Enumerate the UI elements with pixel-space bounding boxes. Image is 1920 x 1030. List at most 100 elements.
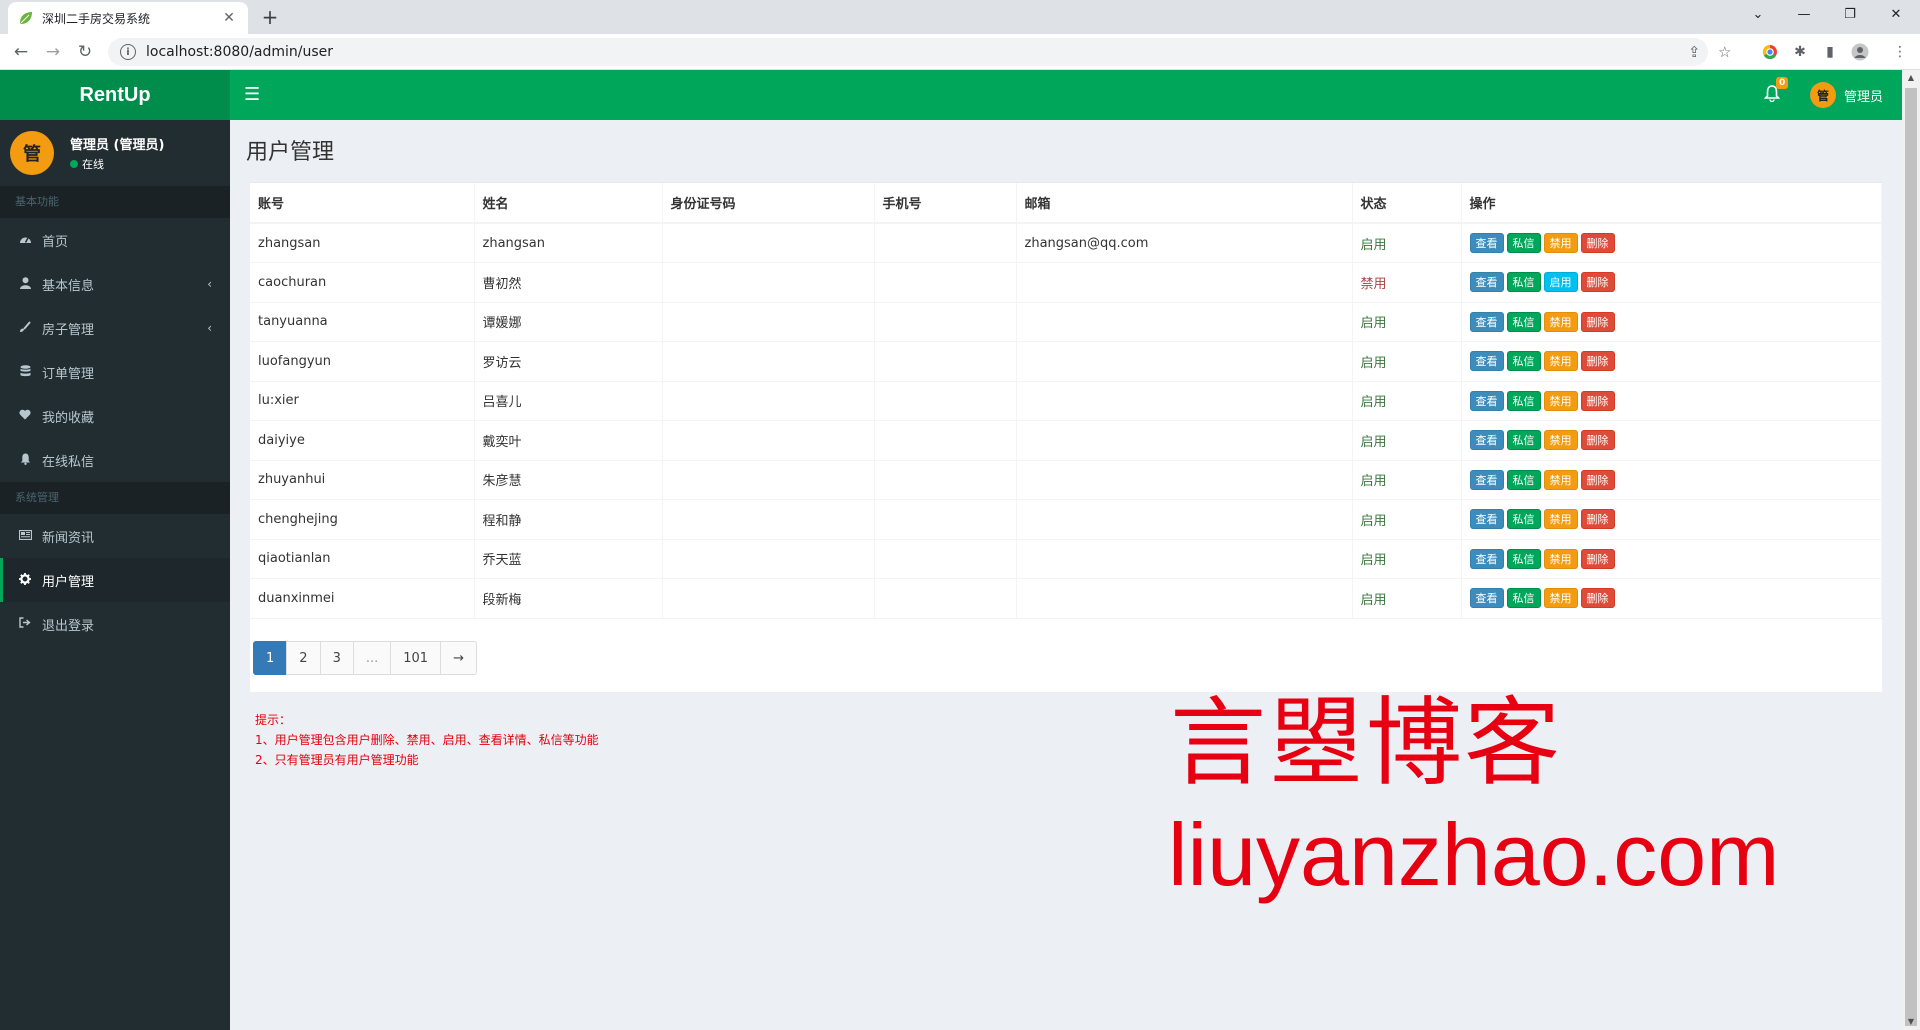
delete-button[interactable]: 删除 [1580, 233, 1615, 253]
scroll-thumb[interactable] [1905, 88, 1917, 1026]
back-icon[interactable]: ← [8, 40, 34, 64]
page-scrollbar[interactable]: ▲ ▼ [1902, 70, 1920, 1030]
sidebar-item-basic-info[interactable]: 基本信息 ‹ [0, 262, 230, 306]
sidebar-item-home[interactable]: 首页 [0, 218, 230, 262]
view-button[interactable]: 查看 [1469, 548, 1504, 569]
online-status-label: 在线 [82, 158, 104, 171]
sidebar-item-favorites[interactable]: 我的收藏 [0, 394, 230, 438]
ban-button[interactable]: 禁用 [1543, 509, 1578, 530]
tab-close-icon[interactable]: ✕ [220, 10, 238, 26]
cell-status: 启用 [1352, 341, 1462, 382]
delete-button[interactable]: 删除 [1580, 351, 1615, 372]
view-button[interactable]: 查看 [1469, 311, 1504, 332]
ban-button[interactable]: 禁用 [1543, 351, 1578, 372]
col-actions: 操作 [1461, 183, 1882, 224]
message-button[interactable]: 私信 [1506, 509, 1541, 530]
puzzle-icon[interactable]: ✱ [1790, 42, 1810, 62]
cell-status: 启用 [1352, 223, 1462, 263]
ban-button[interactable]: 禁用 [1543, 548, 1578, 569]
sidepanel-icon[interactable]: ▮ [1820, 42, 1840, 62]
cell-email [1016, 539, 1353, 579]
minimize-icon[interactable]: — [1784, 4, 1824, 26]
bookmark-star-icon[interactable]: ☆ [1718, 38, 1731, 66]
ban-button[interactable]: 禁用 [1543, 430, 1578, 451]
app-header: RentUp ☰ 0 管 管理员 [0, 70, 1902, 120]
delete-button[interactable]: 删除 [1580, 390, 1615, 411]
restore-icon[interactable]: ❐ [1830, 4, 1870, 26]
notification-bell-icon[interactable]: 0 [1763, 77, 1789, 107]
page-1[interactable]: 1 [253, 641, 288, 675]
delete-button[interactable]: 删除 [1580, 469, 1615, 490]
chrome-extension-icon[interactable] [1760, 42, 1780, 62]
view-button[interactable]: 查看 [1469, 588, 1504, 609]
forward-icon[interactable]: → [40, 40, 66, 64]
message-button[interactable]: 私信 [1506, 548, 1541, 569]
menu-kebab-icon[interactable]: ⋮ [1890, 42, 1910, 62]
delete-button[interactable]: 删除 [1580, 311, 1615, 332]
view-button[interactable]: 查看 [1469, 233, 1504, 253]
scroll-down-icon[interactable]: ▼ [1902, 1014, 1920, 1030]
delete-button[interactable]: 删除 [1580, 548, 1615, 569]
message-button[interactable]: 私信 [1506, 233, 1541, 253]
address-bar[interactable]: i localhost:8080/admin/user ⇪ ☆ [108, 38, 1731, 66]
sidebar-item-label: 订单管理 [42, 366, 95, 382]
cell-actions: 查看 私信 禁用 删除 [1461, 381, 1882, 421]
view-button[interactable]: 查看 [1469, 272, 1504, 293]
message-button[interactable]: 私信 [1506, 272, 1541, 293]
message-button[interactable]: 私信 [1506, 588, 1541, 609]
cell-account: zhangsan [250, 223, 475, 263]
app-logo[interactable]: RentUp [0, 70, 230, 120]
message-button[interactable]: 私信 [1506, 390, 1541, 411]
reload-icon[interactable]: ↻ [72, 40, 98, 64]
cell-name: 罗访云 [474, 341, 663, 382]
message-button[interactable]: 私信 [1506, 351, 1541, 372]
sidebar-item-house-manage[interactable]: 房子管理 ‹ [0, 306, 230, 350]
ban-button[interactable]: 禁用 [1543, 233, 1578, 253]
delete-button[interactable]: 删除 [1580, 272, 1615, 293]
header-user-menu[interactable]: 管 管理员 [1810, 82, 1883, 108]
view-button[interactable]: 查看 [1469, 351, 1504, 372]
sidebar-item-news[interactable]: 新闻资讯 [0, 514, 230, 558]
message-button[interactable]: 私信 [1506, 311, 1541, 332]
sidebar-item-messages[interactable]: 在线私信 [0, 438, 230, 482]
message-button[interactable]: 私信 [1506, 430, 1541, 451]
page-101[interactable]: 101 [390, 641, 442, 675]
enable-button[interactable]: 启用 [1543, 272, 1578, 293]
page-3[interactable]: 3 [319, 641, 354, 675]
delete-button[interactable]: 删除 [1580, 588, 1615, 609]
browser-tab[interactable]: 深圳二手房交易系统 ✕ [8, 2, 248, 34]
cell-name: 程和静 [474, 499, 663, 540]
sidebar-item-orders[interactable]: 订单管理 [0, 350, 230, 394]
delete-button[interactable]: 删除 [1580, 430, 1615, 451]
share-icon[interactable]: ⇪ [1688, 38, 1701, 66]
delete-button[interactable]: 删除 [1580, 509, 1615, 530]
scroll-up-icon[interactable]: ▲ [1902, 70, 1920, 86]
view-button[interactable]: 查看 [1469, 469, 1504, 490]
page-2[interactable]: 2 [286, 641, 321, 675]
cell-status: 启用 [1352, 302, 1462, 342]
ban-button[interactable]: 禁用 [1543, 588, 1578, 609]
message-button[interactable]: 私信 [1506, 469, 1541, 490]
tab-search-icon[interactable]: ⌄ [1738, 4, 1778, 26]
cell-phone [874, 341, 1017, 382]
sidebar-avatar: 管 [10, 131, 54, 175]
view-button[interactable]: 查看 [1469, 509, 1504, 530]
cell-account: daiyiye [250, 420, 475, 461]
ban-button[interactable]: 禁用 [1543, 469, 1578, 490]
cell-phone [874, 223, 1017, 263]
new-tab-icon[interactable]: + [258, 6, 282, 28]
ban-button[interactable]: 禁用 [1543, 311, 1578, 332]
cell-status: 启用 [1352, 460, 1462, 500]
profile-icon[interactable] [1850, 42, 1870, 62]
next-page-icon[interactable]: → [440, 641, 477, 675]
table-row: duanxinmei 段新梅 启用 查看 私信 禁用 删除 [250, 578, 1882, 619]
view-button[interactable]: 查看 [1469, 430, 1504, 451]
window-close-icon[interactable]: ✕ [1876, 4, 1916, 26]
site-info-icon[interactable]: i [120, 44, 136, 60]
sidebar-toggle-icon[interactable]: ☰ [244, 84, 260, 106]
ban-button[interactable]: 禁用 [1543, 390, 1578, 411]
view-button[interactable]: 查看 [1469, 390, 1504, 411]
sidebar-item-logout[interactable]: 退出登录 [0, 602, 230, 646]
sidebar-item-user-manage[interactable]: 用户管理 [0, 558, 230, 602]
url-text: localhost:8080/admin/user [146, 44, 334, 60]
